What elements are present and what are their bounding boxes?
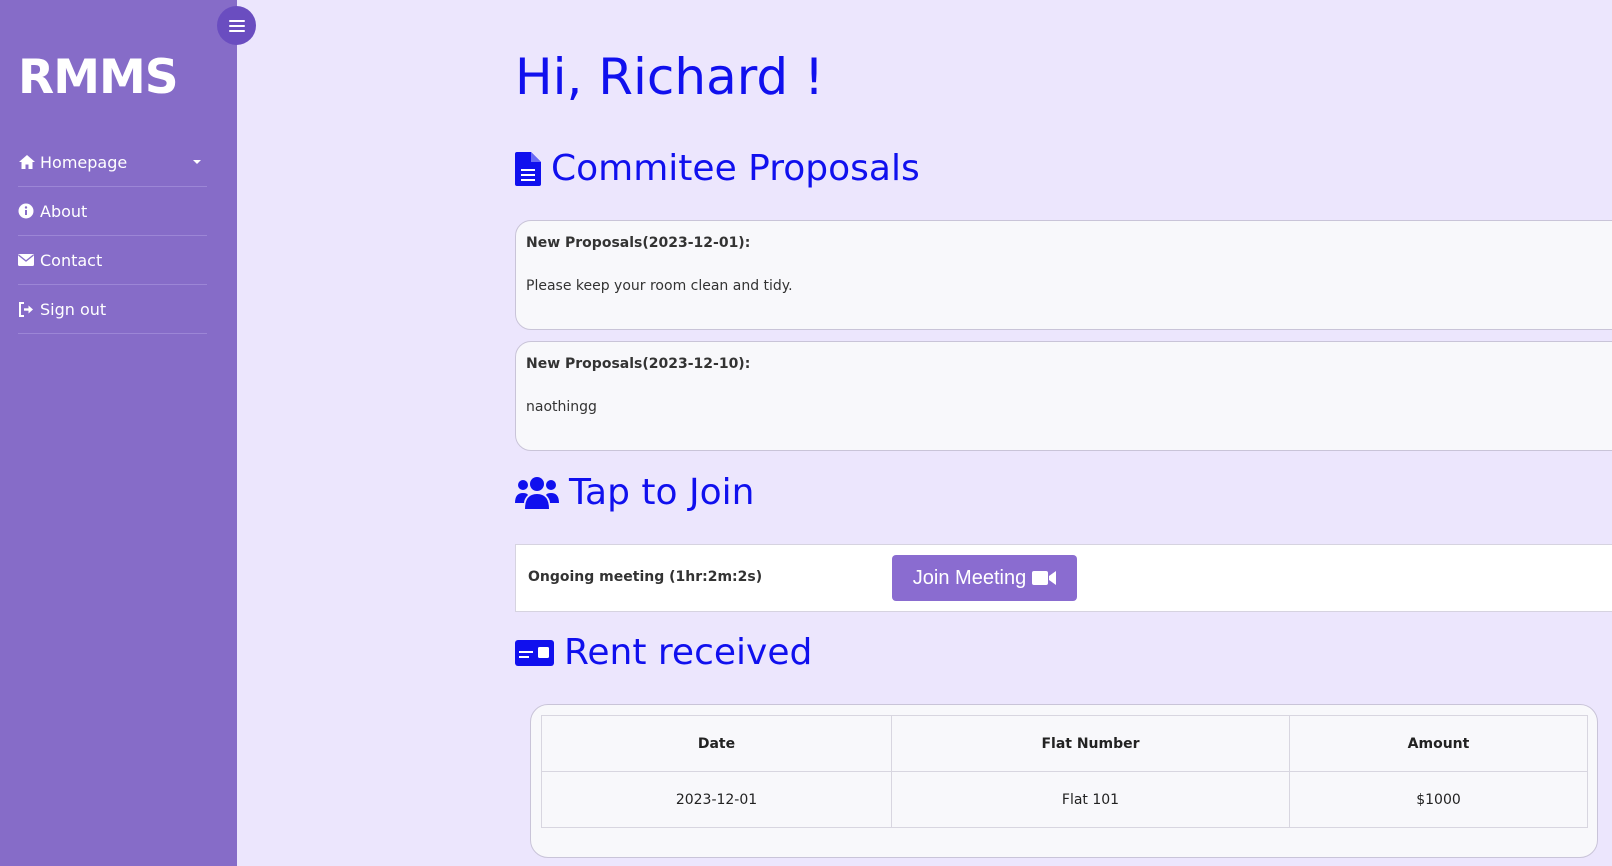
- meeting-bar: Ongoing meeting (1hr:2m:2s) Join Meeting: [515, 544, 1612, 612]
- proposal-body: naothingg: [526, 399, 597, 415]
- proposal-card: New Proposals(2023-12-10): naothingg: [515, 341, 1612, 451]
- info-icon: [18, 202, 38, 220]
- sidebar-item-about[interactable]: About: [18, 187, 207, 236]
- video-camera-icon: [1032, 571, 1057, 585]
- proposal-body: Please keep your room clean and tidy.: [526, 278, 793, 294]
- sidebar-item-label: About: [40, 201, 88, 221]
- rent-title: Rent received: [564, 632, 813, 673]
- page-greeting: Hi, Richard !: [515, 48, 825, 106]
- users-icon: [515, 475, 559, 511]
- sign-out-icon: [18, 300, 38, 318]
- cell-date: 2023-12-01: [541, 771, 892, 828]
- home-icon: [18, 153, 38, 171]
- hamburger-icon: [228, 19, 245, 32]
- proposal-title: New Proposals(2023-12-10):: [526, 356, 751, 372]
- meeting-status: Ongoing meeting (1hr:2m:2s): [528, 569, 763, 585]
- proposal-card: New Proposals(2023-12-01): Please keep y…: [515, 220, 1612, 330]
- rent-heading: Rent received: [515, 632, 812, 673]
- sidebar: RMMS Homepage About Contact Sign out: [0, 0, 237, 866]
- table-header-row: Date Flat Number Amount: [541, 715, 1588, 772]
- sidebar-item-sign-out[interactable]: Sign out: [18, 285, 207, 334]
- join-title: Tap to Join: [569, 472, 755, 513]
- id-card-icon: [515, 639, 554, 666]
- rent-table: Date Flat Number Amount 2023-12-01 Flat …: [541, 715, 1588, 828]
- chevron-down-icon: [193, 160, 201, 164]
- document-icon: [515, 151, 541, 186]
- sidebar-item-homepage[interactable]: Homepage: [18, 138, 207, 187]
- cell-amount: $1000: [1289, 771, 1588, 828]
- join-meeting-button[interactable]: Join Meeting: [892, 555, 1077, 601]
- join-meeting-label: Join Meeting: [912, 566, 1027, 589]
- column-header-amount: Amount: [1289, 715, 1588, 772]
- proposals-heading: Commitee Proposals: [515, 148, 920, 189]
- sidebar-item-contact[interactable]: Contact: [18, 236, 207, 285]
- sidebar-nav: Homepage About Contact Sign out: [18, 138, 207, 334]
- column-header-date: Date: [541, 715, 892, 772]
- sidebar-item-label: Homepage: [40, 152, 128, 172]
- table-row: 2023-12-01 Flat 101 $1000: [541, 771, 1588, 828]
- cell-flat-number: Flat 101: [891, 771, 1290, 828]
- sidebar-item-label: Contact: [40, 250, 103, 270]
- proposal-title: New Proposals(2023-12-01):: [526, 235, 751, 251]
- brand-logo: RMMS: [18, 50, 179, 105]
- proposals-title: Commitee Proposals: [551, 148, 920, 189]
- envelope-icon: [18, 251, 38, 269]
- main-content: Hi, Richard ! Commitee Proposals New Pro…: [515, 0, 1612, 866]
- menu-toggle-button[interactable]: [217, 6, 256, 45]
- column-header-flat-number: Flat Number: [891, 715, 1290, 772]
- join-heading: Tap to Join: [515, 472, 754, 513]
- rent-table-card: Date Flat Number Amount 2023-12-01 Flat …: [530, 704, 1598, 858]
- sidebar-item-label: Sign out: [40, 299, 107, 319]
